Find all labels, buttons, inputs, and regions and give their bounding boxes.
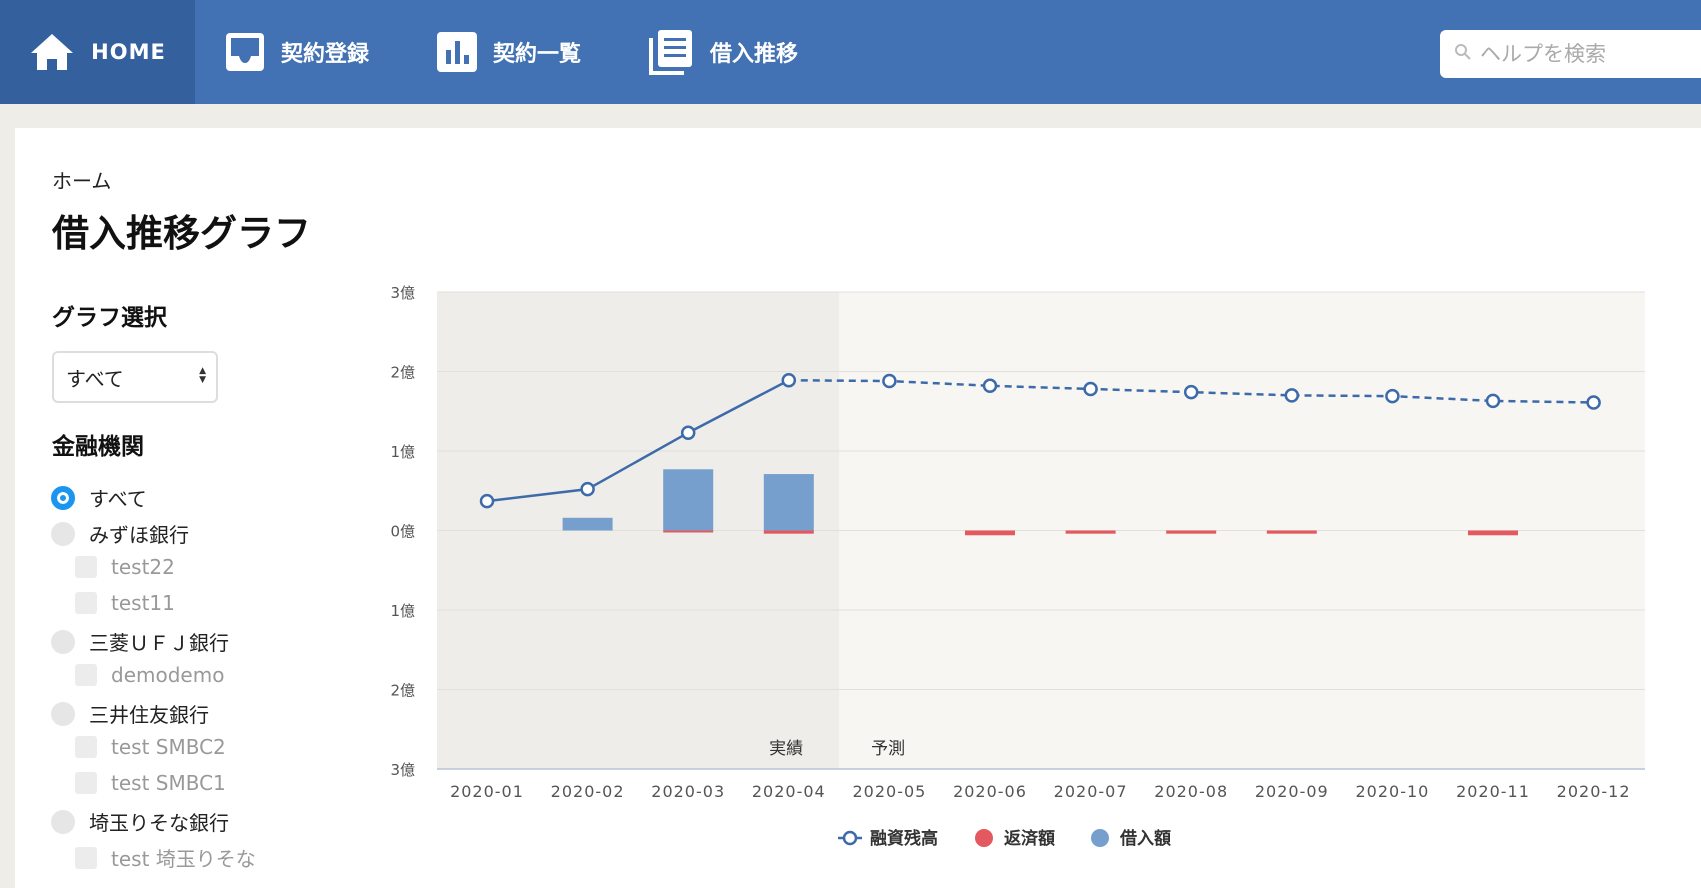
balance-point: [1586, 395, 1601, 410]
balance-point: [680, 425, 696, 440]
balance-point: [580, 481, 595, 497]
x-tick-label: 2020-09: [1255, 782, 1329, 801]
bar-borrow: [663, 469, 714, 531]
y-tick-label: 2億: [390, 682, 415, 700]
balance-point: [1183, 384, 1199, 400]
balance-point: [982, 378, 998, 394]
x-tick-label: 2020-03: [651, 782, 725, 801]
legend-label: 借入額: [1119, 828, 1171, 849]
bar-repay: [1266, 530, 1317, 534]
legend-dot-marker: [975, 829, 993, 847]
x-tick-label: 2020-12: [1557, 782, 1631, 801]
y-tick-label: 1億: [390, 602, 415, 620]
y-tick-label: 2億: [390, 364, 415, 382]
region-label-forecast: 予測: [871, 739, 905, 759]
bar-repay: [763, 530, 814, 534]
x-tick-label: 2020-02: [551, 782, 625, 801]
bar-repay: [965, 530, 1015, 536]
x-tick-label: 2020-11: [1456, 782, 1530, 801]
bar-borrow: [562, 517, 613, 531]
x-tick-label: 2020-04: [752, 782, 826, 801]
legend-point-marker: [842, 830, 858, 846]
y-tick-label: 1億: [390, 443, 415, 461]
y-tick-label: 0億: [390, 523, 415, 541]
balance-point: [781, 372, 797, 388]
balance-point: [1284, 388, 1300, 403]
balance-point: [1083, 381, 1098, 397]
balance-point: [1385, 388, 1400, 404]
y-tick-label: 3億: [390, 761, 415, 779]
bar-borrow: [763, 474, 814, 531]
balance-point: [882, 373, 897, 389]
balance-point: [1485, 393, 1501, 409]
bar-repay: [663, 530, 714, 533]
x-tick-label: 2020-05: [852, 782, 926, 801]
legend-label: 返済額: [1004, 828, 1055, 849]
legend-label: 融資残高: [870, 828, 938, 849]
legend-dot-marker: [1091, 829, 1109, 847]
x-tick-label: 2020-07: [1054, 782, 1128, 801]
region-label-actual: 実績: [769, 739, 803, 759]
x-tick-label: 2020-10: [1355, 782, 1429, 801]
balance-point: [479, 493, 495, 509]
bar-repay: [1468, 530, 1518, 536]
bar-repay: [1166, 530, 1217, 534]
y-tick-label: 3億: [390, 284, 415, 302]
borrowing-trend-chart: 3億 2億 1億 0億 1億 2億 3億 2020-01 2020-02 2020-03 2020-…: [390, 284, 1645, 849]
x-tick-label: 2020-01: [450, 782, 524, 801]
x-tick-label: 2020-06: [953, 782, 1027, 801]
x-tick-label: 2020-08: [1154, 782, 1228, 801]
bar-repay: [1065, 530, 1116, 534]
